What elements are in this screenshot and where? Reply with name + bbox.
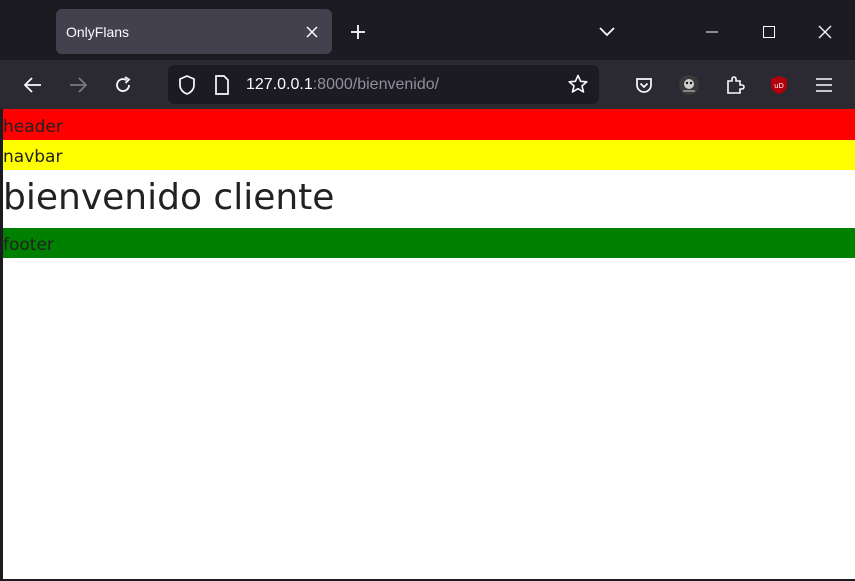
url-path: :8000/bienvenido/ bbox=[312, 76, 440, 93]
page-icon[interactable] bbox=[214, 75, 230, 100]
reload-icon[interactable] bbox=[108, 70, 138, 100]
url-host: 127.0.0.1 bbox=[246, 76, 313, 93]
chevron-down-icon[interactable] bbox=[593, 18, 621, 46]
back-arrow-icon[interactable] bbox=[18, 70, 48, 100]
svg-text:uD: uD bbox=[774, 82, 784, 90]
extension-avatar-icon[interactable] bbox=[674, 70, 704, 100]
window-close-icon[interactable] bbox=[807, 14, 843, 50]
tab-title: OnlyFlans bbox=[66, 23, 130, 40]
plus-icon[interactable] bbox=[344, 18, 372, 46]
url-text[interactable]: 127.0.0.1:8000/bienvenido/ bbox=[246, 76, 439, 94]
minimize-icon[interactable] bbox=[694, 14, 730, 50]
page-navbar: navbar bbox=[3, 140, 855, 170]
tab-onlyflans[interactable]: OnlyFlans bbox=[56, 9, 332, 54]
hamburger-menu-icon[interactable] bbox=[809, 70, 839, 100]
star-icon[interactable] bbox=[568, 74, 588, 99]
pocket-icon[interactable] bbox=[629, 70, 659, 100]
browser-window: OnlyFlans 127.0.0.1:8000/bienvenido/ uD … bbox=[0, 0, 855, 581]
url-bar[interactable]: 127.0.0.1:8000/bienvenido/ bbox=[168, 65, 599, 104]
ublock-icon[interactable]: uD bbox=[764, 70, 794, 100]
page-footer: footer bbox=[3, 228, 855, 258]
shield-icon[interactable] bbox=[178, 75, 196, 100]
page-header: header bbox=[3, 109, 855, 140]
close-icon[interactable] bbox=[302, 22, 322, 42]
nav-toolbar: 127.0.0.1:8000/bienvenido/ uD bbox=[0, 60, 855, 109]
maximize-icon[interactable] bbox=[751, 14, 787, 50]
page-heading: bienvenido cliente bbox=[3, 170, 855, 228]
puzzle-icon[interactable] bbox=[720, 70, 750, 100]
forward-arrow-icon[interactable] bbox=[63, 70, 93, 100]
page-viewport: header navbar bienvenido cliente footer bbox=[3, 109, 855, 579]
tab-strip: OnlyFlans bbox=[0, 0, 855, 60]
